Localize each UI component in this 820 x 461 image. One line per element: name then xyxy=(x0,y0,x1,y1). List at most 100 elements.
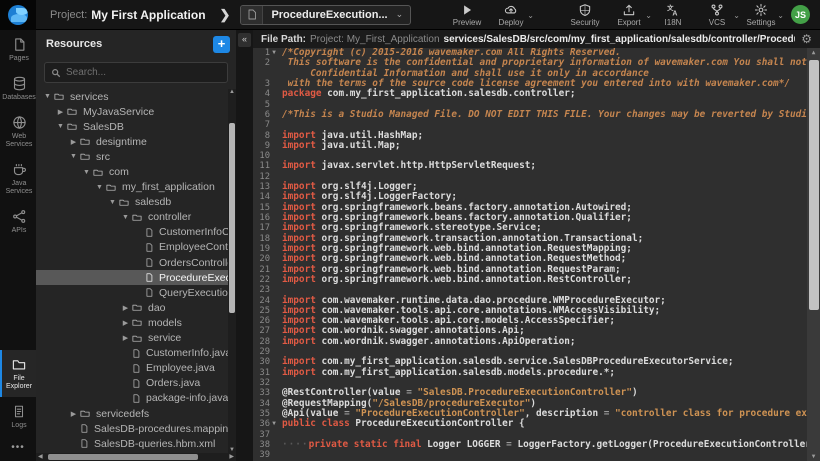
tree-file-orders-java[interactable]: Orders.java xyxy=(36,376,236,391)
deploy-button[interactable]: Deploy⌄ xyxy=(494,3,528,27)
folder-icon xyxy=(11,357,27,372)
rail-item-databases[interactable]: Databases xyxy=(0,69,36,108)
tree-folder-salesdb[interactable]: ▼salesdb xyxy=(36,195,236,210)
export-button[interactable]: Export⌄ xyxy=(612,3,646,27)
tree-folder-models[interactable]: ▶models xyxy=(36,315,236,330)
code-line[interactable]: 36▼public class ProcedureExecutionContro… xyxy=(253,419,807,429)
tree-vertical-scrollbar[interactable]: ▲ ▼ xyxy=(228,89,236,453)
chevron-expanded-icon[interactable]: ▼ xyxy=(81,169,92,176)
user-avatar[interactable]: JS xyxy=(791,5,810,24)
tree-folder-controller[interactable]: ▼controller xyxy=(36,210,236,225)
tree-file-customerinfocontroller-java[interactable]: CustomerInfoController.java xyxy=(36,225,236,240)
page-icon xyxy=(12,37,27,52)
chevron-collapsed-icon[interactable]: ▶ xyxy=(120,304,131,312)
code-line[interactable]: 22import org.springframework.web.bind.an… xyxy=(253,275,807,285)
code-line[interactable]: 39 xyxy=(253,450,807,460)
open-file-dropdown[interactable]: ProcedureExecution... ⌄ xyxy=(240,5,411,25)
tree-vscroll-thumb[interactable] xyxy=(229,123,235,313)
rail-item-logs[interactable]: Logs xyxy=(0,397,36,436)
line-number: 21 xyxy=(253,265,280,275)
search-input[interactable] xyxy=(66,67,206,78)
code-line[interactable]: 6/*This is a Studio Managed File. DO NOT… xyxy=(253,110,807,120)
tree-folder-myjavaservice[interactable]: ▶MyJavaService xyxy=(36,104,236,119)
settings-button[interactable]: Settings⌄ xyxy=(744,3,778,27)
collapse-panel-button[interactable]: « xyxy=(238,33,251,47)
editor-vertical-scrollbar[interactable]: ▲ ▼ xyxy=(807,48,820,461)
tree-folder-salesdb[interactable]: ▼SalesDB xyxy=(36,119,236,134)
cloud-up-icon xyxy=(504,3,518,17)
scroll-up-icon[interactable]: ▲ xyxy=(228,89,236,95)
tree-item-label: CustomerInfo.java xyxy=(146,347,231,359)
chevron-expanded-icon[interactable]: ▼ xyxy=(107,199,118,206)
code-line[interactable]: 31import com.my_first_application.salesd… xyxy=(253,368,807,378)
rail-item-apis[interactable]: APIs xyxy=(0,202,36,241)
rail-top-items: PagesDatabasesWeb ServicesJava ServicesA… xyxy=(0,30,36,241)
code-line[interactable]: 38····private static final Logger LOGGER… xyxy=(253,440,807,450)
fold-toggle-icon[interactable]: ▼ xyxy=(270,48,278,58)
tree-folder-service[interactable]: ▶service xyxy=(36,331,236,346)
code-line[interactable]: 9import java.util.Map; xyxy=(253,141,807,151)
scroll-up-icon[interactable]: ▲ xyxy=(807,49,820,56)
tree-folder-my-first-application[interactable]: ▼my_first_application xyxy=(36,180,236,195)
scroll-left-icon[interactable]: ◀ xyxy=(38,453,43,461)
chevron-collapsed-icon[interactable]: ▶ xyxy=(68,410,79,418)
chevron-collapsed-icon[interactable]: ▶ xyxy=(55,108,66,116)
chevron-expanded-icon[interactable]: ▼ xyxy=(55,123,66,130)
button-label: Deploy xyxy=(499,18,524,27)
tree-file-queryexecutioncontroller-java[interactable]: QueryExecutionController.java xyxy=(36,285,236,300)
folder-icon xyxy=(105,182,117,193)
line-number: 35 xyxy=(253,409,280,419)
tree-file-package-info-java[interactable]: package-info.java xyxy=(36,391,236,406)
chevron-expanded-icon[interactable]: ▼ xyxy=(120,214,131,221)
code-line-text: import com.wordnik.swagger.annotations.A… xyxy=(280,337,576,347)
chevron-down-icon: ⌄ xyxy=(396,9,411,20)
tree-file-salesdb-procedures-mappings-json[interactable]: SalesDB-procedures.mappings.json xyxy=(36,421,236,436)
line-number: 17 xyxy=(253,223,280,233)
scroll-down-icon[interactable]: ▼ xyxy=(807,453,820,460)
chevron-expanded-icon[interactable]: ▼ xyxy=(42,93,53,100)
tree-folder-designtime[interactable]: ▶designtime xyxy=(36,134,236,149)
tree-file-orderscontroller-java[interactable]: OrdersController.java xyxy=(36,255,236,270)
wavemaker-logo[interactable] xyxy=(0,0,36,30)
scroll-right-icon[interactable]: ▶ xyxy=(229,453,234,461)
tree-file-employeecontroller-java[interactable]: EmployeeController.java xyxy=(36,240,236,255)
add-resource-button[interactable]: + xyxy=(213,36,230,53)
code-area[interactable]: 1▼/*Copyright (c) 2015-2016 wavemaker.co… xyxy=(253,48,820,461)
tree-file-salesdb-queries-hbm-xml[interactable]: SalesDB-queries.hbm.xml xyxy=(36,436,236,451)
rail-item-file-explorer[interactable]: File Explorer xyxy=(0,350,36,397)
editor-settings-gear-icon[interactable]: ⚙ xyxy=(801,32,812,46)
vcs-button[interactable]: VCS⌄ xyxy=(700,3,734,27)
i18n-button[interactable]: 文AI18N xyxy=(656,3,690,27)
rail-item-pages[interactable]: Pages xyxy=(0,30,36,69)
tree-folder-dao[interactable]: ▶dao xyxy=(36,300,236,315)
chevron-collapsed-icon[interactable]: ▶ xyxy=(68,138,79,146)
code-line[interactable]: 28import com.wordnik.swagger.annotations… xyxy=(253,337,807,347)
chevron-collapsed-icon[interactable]: ▶ xyxy=(120,319,131,327)
tree-folder-services[interactable]: ▼services xyxy=(36,89,236,104)
tree-folder-com[interactable]: ▼ com xyxy=(36,164,236,179)
tree-file-customerinfo-java[interactable]: CustomerInfo.java xyxy=(36,346,236,361)
fold-toggle-icon[interactable]: ▼ xyxy=(270,419,278,429)
code-line[interactable]: 11import javax.servlet.http.HttpServletR… xyxy=(253,161,807,171)
tree-item-label: com xyxy=(109,166,129,178)
rail-item-java-services[interactable]: Java Services xyxy=(0,155,36,202)
chevron-collapsed-icon[interactable]: ▶ xyxy=(120,334,131,342)
rail-overflow-button[interactable]: ••• xyxy=(0,436,36,461)
editor-vscroll-thumb[interactable] xyxy=(809,60,819,310)
left-rail: PagesDatabasesWeb ServicesJava ServicesA… xyxy=(0,30,36,461)
security-button[interactable]: Security xyxy=(568,3,602,27)
rail-item-web-services[interactable]: Web Services xyxy=(0,108,36,155)
code-line-text: import org.springframework.web.bind.anno… xyxy=(280,275,632,285)
code-editor: File Path: Project: My_First_Application… xyxy=(253,30,820,461)
chevron-expanded-icon[interactable]: ▼ xyxy=(94,184,105,191)
tree-folder-src[interactable]: ▼src xyxy=(36,149,236,164)
tree-file-procedureexecutioncontroller-java[interactable]: ProcedureExecutionController.java xyxy=(36,270,236,285)
tree-hscroll-thumb[interactable] xyxy=(48,454,198,460)
code-line[interactable]: 4package com.my_first_application.salesd… xyxy=(253,89,807,99)
tree-folder-servicedefs[interactable]: ▶servicedefs xyxy=(36,406,236,421)
tree-file-employee-java[interactable]: Employee.java xyxy=(36,361,236,376)
preview-button[interactable]: Preview xyxy=(450,3,484,27)
tree-horizontal-scrollbar[interactable]: ◀ ▶ xyxy=(36,453,236,461)
chevron-expanded-icon[interactable]: ▼ xyxy=(68,153,79,160)
folder-icon xyxy=(131,212,143,223)
